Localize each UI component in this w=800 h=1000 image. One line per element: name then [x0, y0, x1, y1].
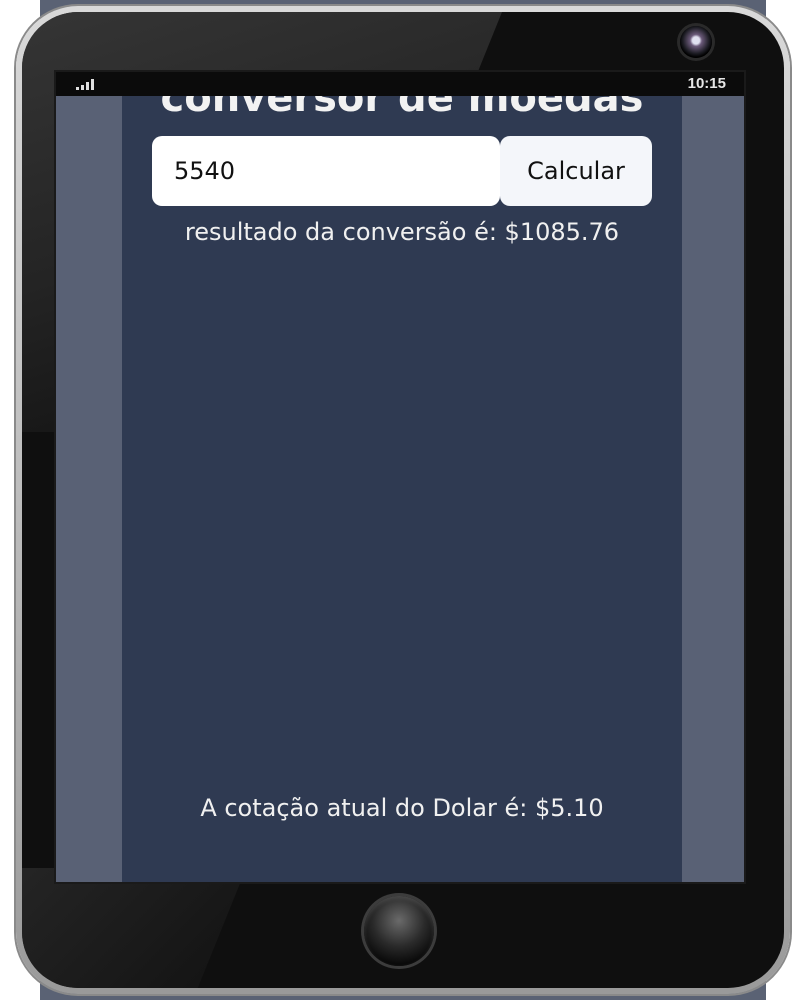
home-button-icon[interactable] [364, 896, 434, 966]
dollar-rate: A cotação atual do Dolar é: $5.10 [200, 794, 604, 822]
signal-icon [76, 78, 94, 90]
currency-converter-app: conversor de moedas Calcular resultado d… [122, 72, 682, 882]
conversion-result: resultado da conversão é: $1085.76 [184, 218, 620, 246]
conversion-form: Calcular [152, 136, 652, 206]
camera-icon [680, 26, 712, 58]
status-clock: 10:15 [687, 75, 726, 92]
amount-input[interactable] [152, 136, 500, 206]
device-screen: 10:15 conversor de moedas Calcular resul… [54, 70, 746, 884]
calculate-button[interactable]: Calcular [500, 136, 652, 206]
status-bar: 10:15 [56, 72, 744, 96]
